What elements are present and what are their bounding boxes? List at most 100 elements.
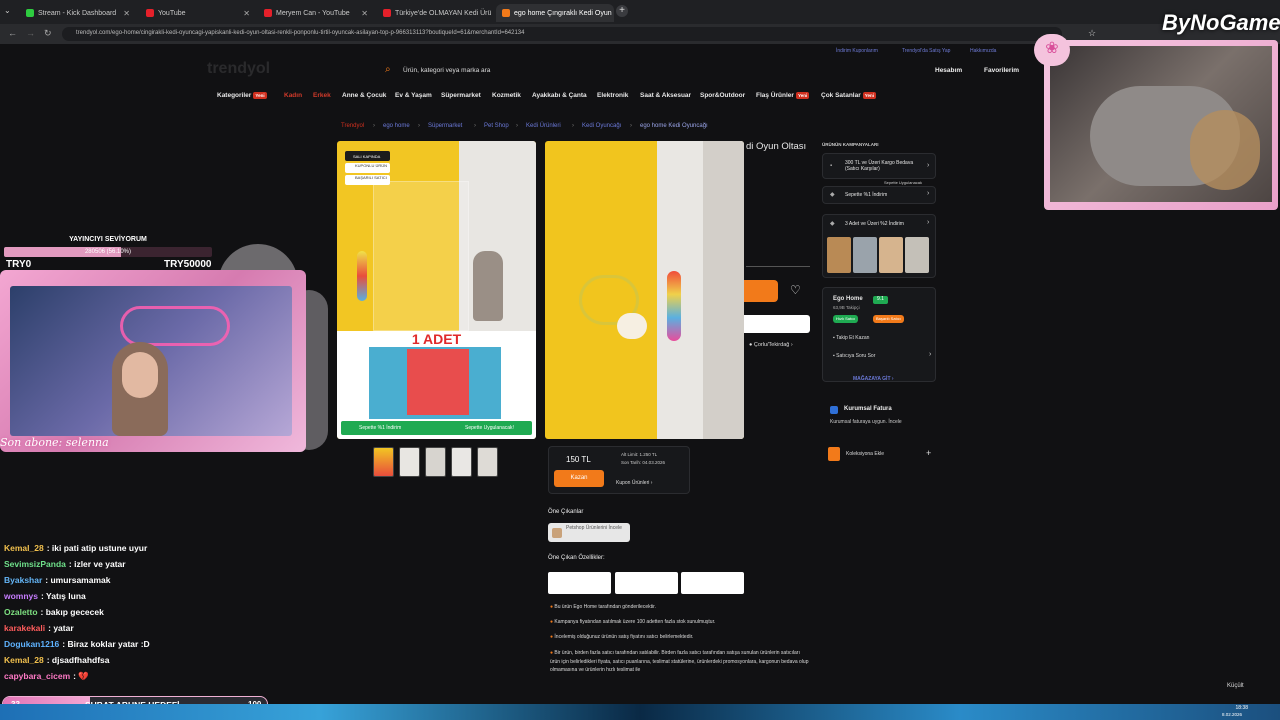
- campaign-product-thumb-3[interactable]: [879, 237, 903, 273]
- count-label: 1 ADET: [411, 331, 462, 347]
- windows-taskbar: [0, 704, 1280, 720]
- collection-link[interactable]: Koleksiyona Ekle: [846, 451, 884, 457]
- toy-package-inner: [407, 349, 469, 415]
- nav-flas-urunler[interactable]: Flaş Ürünler Yeni: [756, 92, 810, 99]
- account-link[interactable]: Hesabım: [935, 67, 962, 74]
- breadcrumb-kedi-urunleri[interactable]: Kedi Ürünleri: [526, 123, 561, 129]
- search-input[interactable]: Ürün, kategori veya marka ara: [403, 67, 490, 74]
- close-icon[interactable]: ✕: [243, 9, 250, 18]
- coupon-products-label: Kupon Ürünleri: [616, 480, 650, 486]
- tab-trendyol[interactable]: ego home Çıngıraklı Kedi Oyun✕: [496, 4, 614, 22]
- product-image-zoom[interactable]: [545, 141, 744, 439]
- tab-label: YouTube: [158, 9, 186, 17]
- invoice-icon: [830, 406, 838, 414]
- tab-turkiye[interactable]: Türkiye'de OLMAYAN Kedi Ürü✕: [377, 4, 493, 22]
- chat-username[interactable]: womnys: [4, 591, 38, 601]
- chat-username[interactable]: SevimsizPanda: [4, 559, 66, 569]
- chat-username[interactable]: capybara_cicem: [4, 671, 70, 681]
- tab-label: Türkiye'de OLMAYAN Kedi Ürü: [395, 9, 492, 17]
- bookmark-star-icon[interactable]: ☆: [1088, 28, 1096, 39]
- close-icon[interactable]: ✕: [123, 9, 130, 18]
- campaign-product-thumb-2[interactable]: [853, 237, 877, 273]
- chat-message: SevimsizPanda: izler ve yatar: [4, 559, 126, 569]
- thumbnail-5[interactable]: [477, 447, 498, 477]
- invoice-text[interactable]: Kurumsal faturaya uygun. İncele: [830, 419, 902, 425]
- nav-ev-yasam[interactable]: Ev & Yaşam: [395, 92, 432, 99]
- label-sali-kapinda: SALI KAPINDA: [345, 151, 390, 161]
- breadcrumb-pet-shop[interactable]: Pet Shop: [484, 123, 509, 129]
- store-link-label: MAĞAZAYA GİT: [853, 376, 891, 382]
- favorite-heart-icon[interactable]: ♡: [790, 283, 801, 297]
- breadcrumb-ego-home[interactable]: ego home: [383, 123, 410, 129]
- note-2: ● Kampanya fiyatından satılmak üzere 100…: [550, 619, 716, 625]
- nav-cok-satanlar[interactable]: Çok Satanlar Yeni: [821, 92, 877, 99]
- nav-spor-outdoor[interactable]: Spor&Outdoor: [700, 92, 745, 99]
- chat-message: capybara_cicem: 💔: [4, 671, 89, 682]
- new-tab-button[interactable]: +: [616, 5, 628, 17]
- chat-username[interactable]: Kemal_28: [4, 655, 44, 665]
- shrink-button[interactable]: Küçült: [1227, 683, 1244, 689]
- nav-supermarket[interactable]: Süpermarket: [441, 92, 481, 99]
- ask-seller-link[interactable]: ▪ Satıcıya Soru Sor: [833, 353, 875, 359]
- top-link-about[interactable]: Hakkımızda: [970, 48, 996, 54]
- site-logo[interactable]: trendyol: [207, 60, 270, 78]
- buy-now-button[interactable]: [744, 315, 810, 333]
- chat-username[interactable]: Byakshar: [4, 575, 42, 585]
- discount-bar-left: Sepette %1 İndirim: [359, 425, 402, 431]
- chevron-right-icon: ›: [927, 162, 930, 169]
- tab-youtube[interactable]: YouTube ✕: [140, 4, 256, 22]
- campaign-1[interactable]: ▪ 300 TL ve Üzeri Kargo Bedava (Satıcı K…: [822, 153, 936, 179]
- chat-username[interactable]: Ozaletto: [4, 607, 38, 617]
- reload-icon[interactable]: ↻: [44, 28, 52, 39]
- coupon-kazan-button[interactable]: Kazan: [554, 470, 604, 487]
- store-link[interactable]: MAĞAZAYA GİT ›: [853, 376, 894, 382]
- follow-earn-link[interactable]: ▪ Takip Et Kazan: [833, 335, 869, 341]
- nav-elektronik[interactable]: Elektronik: [597, 92, 628, 99]
- product-image-main[interactable]: SALI KAPINDA KUPONLU ÜRÜN BAŞARILI SATIC…: [337, 141, 536, 439]
- thumbnail-1[interactable]: [373, 447, 394, 477]
- tab-meryem[interactable]: Meryem Can - YouTube ✕: [258, 4, 374, 22]
- thumbnail-2[interactable]: [399, 447, 420, 477]
- scratcher-graphic: [1190, 110, 1260, 190]
- seller-name[interactable]: Ego Home: [833, 296, 863, 302]
- nav-ayakkabi-canta[interactable]: Ayakkabı & Çanta: [532, 92, 587, 99]
- favorites-link[interactable]: Favorilerim: [984, 67, 1019, 74]
- add-icon[interactable]: +: [926, 448, 931, 458]
- tag-icon: ◆: [830, 221, 835, 227]
- nav-erkek[interactable]: Erkek: [313, 92, 331, 99]
- tab-kick[interactable]: Stream - Kick Dashboard ✕: [20, 4, 136, 22]
- note-text: İncelemiş olduğunuz ürünün satış fiyatın…: [554, 634, 694, 640]
- chat-username[interactable]: Kemal_28: [4, 543, 44, 553]
- nav-kategoriler[interactable]: Kategoriler Yeni: [217, 92, 267, 99]
- breadcrumb-kedi-oyuncagi[interactable]: Kedi Oyuncağı: [582, 123, 621, 129]
- location-label: Çorlu/Tekirdağ: [753, 342, 790, 348]
- tab-label: ego home Çıngıraklı Kedi Oyun: [514, 9, 612, 17]
- campaign-product-thumb-4[interactable]: [905, 237, 929, 273]
- tab-search-icon[interactable]: ⌄: [4, 6, 11, 15]
- thumbnail-4[interactable]: [451, 447, 472, 477]
- close-icon[interactable]: ✕: [361, 9, 368, 18]
- campaign-3[interactable]: ◆ 3 Adet ve Üzeri %2 İndirim ›: [822, 214, 936, 278]
- url-field[interactable]: trendyol.com/ego-home/cingirakli-kedi-oy…: [62, 27, 1062, 41]
- delivery-location[interactable]: ● Çorlu/Tekirdağ ›: [749, 342, 793, 348]
- campaign-product-thumb-1[interactable]: [827, 237, 851, 273]
- nav-anne-cocuk[interactable]: Anne & Çocuk: [342, 92, 386, 99]
- chat-username[interactable]: Dogukan1216: [4, 639, 59, 649]
- thumbnail-3[interactable]: [425, 447, 446, 477]
- nav-kadin[interactable]: Kadın: [284, 92, 302, 99]
- youtube-icon: [264, 9, 272, 17]
- add-to-cart-button[interactable]: [744, 280, 778, 302]
- back-icon[interactable]: ←: [8, 28, 17, 38]
- breadcrumb-supermarket[interactable]: Süpermarket: [428, 123, 462, 129]
- top-link-coupons[interactable]: İndirim Kuponlarım: [836, 48, 878, 54]
- breadcrumb-trendyol[interactable]: Trendyol: [341, 123, 364, 129]
- top-link-sell[interactable]: Trendyol'da Satış Yap: [902, 48, 950, 54]
- nav-saat-aksesuar[interactable]: Saat & Aksesuar: [640, 92, 691, 99]
- chat-username[interactable]: karakekali: [4, 623, 45, 633]
- coupon-products-link[interactable]: Kupon Ürünleri ›: [616, 480, 652, 486]
- highlight-chip[interactable]: Petshop Ürünlerini İncele: [548, 523, 630, 542]
- nav-kozmetik[interactable]: Kozmetik: [492, 92, 521, 99]
- campaign-2[interactable]: ◆ Sepette %1 İndirim ›: [822, 186, 936, 204]
- truck-icon: ▪: [830, 163, 833, 169]
- forward-icon[interactable]: →: [26, 28, 35, 38]
